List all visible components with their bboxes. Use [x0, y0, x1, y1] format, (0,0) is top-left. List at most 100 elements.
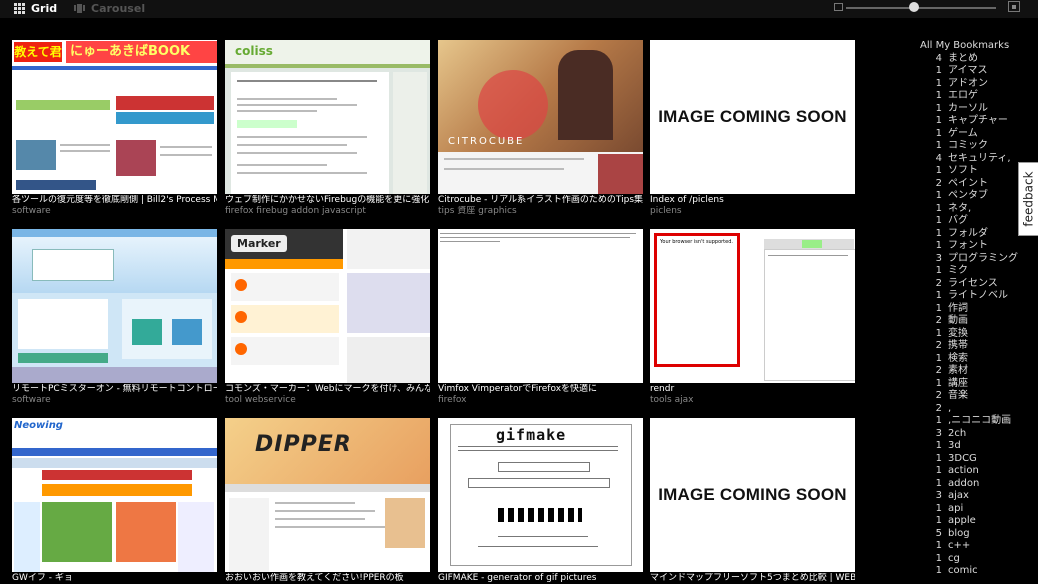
tag-label[interactable]: 動画 — [948, 315, 968, 328]
tag-item[interactable]: 1 addon — [920, 478, 1020, 491]
tag-item[interactable]: 2 動画 — [920, 315, 1020, 328]
tag-item[interactable]: 2 ペイント — [920, 178, 1020, 191]
tag-label[interactable]: ゲーム — [948, 128, 978, 141]
tag-item[interactable]: 2 素材 — [920, 365, 1020, 378]
bookmark-tile[interactable]: IMAGE COMING SOON Index of /piclens picl… — [650, 40, 855, 216]
tag-label[interactable]: 2ch — [948, 428, 966, 441]
tag-label[interactable]: 携帯 — [948, 340, 968, 353]
bookmark-title[interactable]: GWイフ - ギョ — [12, 573, 217, 584]
bookmark-thumbnail[interactable]: CITROCUBE — [438, 40, 643, 194]
tag-item[interactable]: 1 ,ニコニコ動画 — [920, 415, 1020, 428]
zoom-in-icon[interactable] — [1008, 1, 1020, 12]
bookmark-thumbnail[interactable]: IMAGE COMING SOON — [650, 418, 855, 572]
tag-item[interactable]: 1 フォント — [920, 240, 1020, 253]
bookmark-tile[interactable]: IMAGE COMING SOON マインドマップフリーソフト5つまとめ比較 |… — [650, 418, 855, 584]
tag-label[interactable]: cg — [948, 553, 960, 566]
bookmark-thumbnail[interactable]: Your browser isn't supported. — [650, 229, 855, 383]
tag-label[interactable]: セキュリティ, — [948, 153, 1011, 166]
tag-item[interactable]: 1 キャプチャー — [920, 115, 1020, 128]
tag-label[interactable]: addon — [948, 478, 979, 491]
tag-item[interactable]: 2 ライセンス — [920, 278, 1020, 291]
tag-item[interactable]: 1 cg — [920, 553, 1020, 566]
bookmark-title[interactable]: 各ツールの復元度等を徹底剛側 | Bill2's Process Mar — [12, 195, 217, 206]
bookmark-title[interactable]: Vimfox VimperatorでFirefoxを快適に — [438, 384, 643, 395]
tag-label[interactable]: フォント — [948, 240, 988, 253]
tag-label[interactable]: ajax — [948, 490, 969, 503]
tag-label[interactable]: 変換 — [948, 328, 968, 341]
bookmark-title[interactable]: リモートPCミスターオン - 無料リモートコントロール・遠 — [12, 384, 217, 395]
tag-label[interactable]: ネタ, — [948, 203, 971, 216]
tag-label[interactable]: コミック — [948, 140, 988, 153]
tag-item[interactable]: 1 3d — [920, 440, 1020, 453]
tag-item[interactable]: 1 講座 — [920, 378, 1020, 391]
tag-item[interactable]: 1 ソフト — [920, 165, 1020, 178]
tag-item[interactable]: 1 エロゲ — [920, 90, 1020, 103]
bookmark-thumbnail[interactable]: Neowing — [12, 418, 217, 572]
tag-label[interactable]: ミク — [948, 265, 968, 278]
tag-item[interactable]: 2 携帯 — [920, 340, 1020, 353]
tag-label[interactable]: カーソル — [948, 103, 988, 116]
tag-item[interactable]: 3 2ch — [920, 428, 1020, 441]
tag-item[interactable]: 5 blog — [920, 528, 1020, 541]
tag-label[interactable]: バグ — [948, 215, 968, 228]
tag-label[interactable]: 検索 — [948, 353, 968, 366]
bookmark-title[interactable]: GIFMAKE - generator of gif pictures — [438, 573, 643, 584]
bookmark-tile[interactable]: リモートPCミスターオン - 無料リモートコントロール・遠 software — [12, 229, 217, 405]
bookmark-tile[interactable]: Your browser isn't supported. rendr tool… — [650, 229, 855, 405]
bookmark-thumbnail[interactable]: DIPPER — [225, 418, 430, 572]
tag-item[interactable]: 1 バグ — [920, 215, 1020, 228]
tag-label[interactable]: 作詞 — [948, 303, 968, 316]
tag-label[interactable]: アドオン — [948, 78, 988, 91]
tag-item[interactable]: 1 apple — [920, 515, 1020, 528]
tag-label[interactable]: ライセンス — [948, 278, 998, 291]
grid-view-button[interactable]: Grid — [14, 0, 57, 16]
tag-item[interactable]: 1 アドオン — [920, 78, 1020, 91]
tag-item[interactable]: 1 action — [920, 465, 1020, 478]
bookmark-thumbnail[interactable]: gifmake — [438, 418, 643, 572]
tag-item[interactable]: 1 検索 — [920, 353, 1020, 366]
tag-item[interactable]: 1 ペンタブ — [920, 190, 1020, 203]
tag-item[interactable]: 1 ライトノベル — [920, 290, 1020, 303]
tag-label[interactable]: 講座 — [948, 378, 968, 391]
tag-label[interactable]: ソフト — [948, 165, 978, 178]
bookmark-thumbnail[interactable] — [12, 229, 217, 383]
tag-label[interactable]: エロゲ — [948, 90, 978, 103]
bookmark-title[interactable]: Index of /piclens — [650, 195, 855, 206]
tag-item[interactable]: 3 ajax — [920, 490, 1020, 503]
zoom-out-icon[interactable] — [834, 3, 843, 11]
zoom-slider[interactable] — [846, 7, 996, 9]
tag-item[interactable]: 1 3DCG — [920, 453, 1020, 466]
tag-label[interactable]: apple — [948, 515, 976, 528]
tag-label[interactable]: api — [948, 503, 963, 516]
tag-item[interactable]: 4 セキュリティ, — [920, 153, 1020, 166]
bookmark-tile[interactable]: CITROCUBE Citrocube - リアル系イラスト作画のためのTips… — [438, 40, 643, 216]
bookmark-title[interactable]: マインドマップフリーソフト5つまとめ比較 | WEB — [650, 573, 855, 584]
bookmark-thumbnail[interactable]: IMAGE COMING SOON — [650, 40, 855, 194]
tag-label[interactable]: 3DCG — [948, 453, 977, 466]
tag-label[interactable]: ライトノベル — [948, 290, 1008, 303]
tag-item[interactable]: 1 ミク — [920, 265, 1020, 278]
bookmark-thumbnail[interactable]: coliss — [225, 40, 430, 194]
bookmark-title[interactable]: ウェブ制作にかかせないFirebugの機能を更に強化す — [225, 195, 430, 206]
feedback-tab[interactable]: feedback — [1018, 162, 1038, 236]
bookmark-title[interactable]: おおいおい作画を教えてください!PPERの板 — [225, 573, 430, 584]
bookmark-title[interactable]: コモンズ・マーカー：Webにマークを付け、みんなで共 — [225, 384, 430, 395]
tag-label[interactable]: 3d — [948, 440, 961, 453]
tag-label[interactable]: , — [948, 403, 951, 416]
tag-label[interactable]: blog — [948, 528, 970, 541]
bookmark-tile[interactable]: Vimfox VimperatorでFirefoxを快適に firefox — [438, 229, 643, 405]
tag-item[interactable]: 1 api — [920, 503, 1020, 516]
bookmark-tile[interactable]: coliss ウェブ制作にかかせないFirebugの機能を更に強化す firef… — [225, 40, 430, 216]
bookmark-thumbnail[interactable] — [438, 229, 643, 383]
tag-item[interactable]: 4 まとめ — [920, 53, 1020, 66]
tag-item[interactable]: 1 アイマス — [920, 65, 1020, 78]
tag-item[interactable]: 1 フォルダ — [920, 228, 1020, 241]
carousel-view-button[interactable]: Carousel — [74, 0, 145, 16]
zoom-slider-handle[interactable] — [908, 2, 919, 12]
bookmark-thumbnail[interactable]: Marker — [225, 229, 430, 383]
tag-item[interactable]: 2, — [920, 403, 1020, 416]
tag-item[interactable]: 1 c++ — [920, 540, 1020, 553]
tag-item[interactable]: 1 作詞 — [920, 303, 1020, 316]
tag-item[interactable]: 2 音楽 — [920, 390, 1020, 403]
bookmark-title[interactable]: Citrocube - リアル系イラスト作画のためのTips集 — [438, 195, 643, 206]
